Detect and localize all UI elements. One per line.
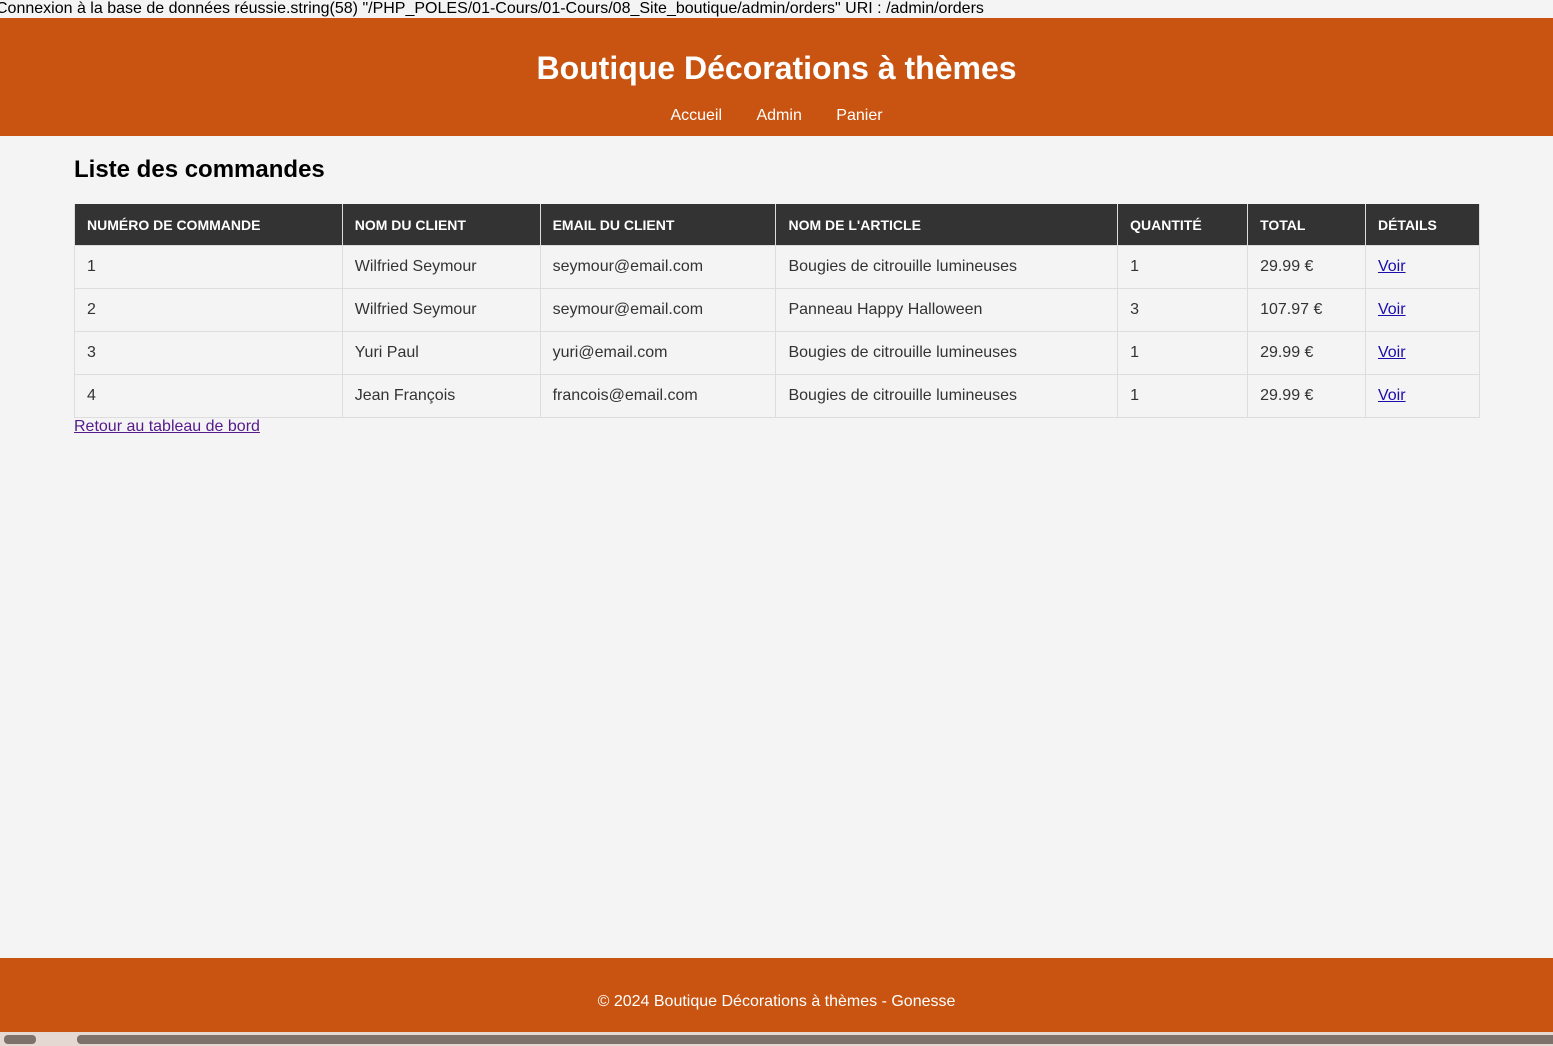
total-cell: 29.99 € xyxy=(1247,245,1366,289)
page-title: Liste des commandes xyxy=(74,156,325,183)
order-number-cell: 2 xyxy=(74,288,343,332)
details-cell: Voir xyxy=(1364,331,1481,375)
details-cell: Voir xyxy=(1364,374,1481,418)
quantity-cell: 1 xyxy=(1117,374,1249,418)
debug-output: Connexion à la base de données réussie.s… xyxy=(0,0,984,17)
footer-copyright: © 2024 Boutique Décorations à thèmes - G… xyxy=(597,993,956,1010)
client-name-cell: Wilfried Seymour xyxy=(341,288,541,332)
back-to-dashboard-link[interactable]: Retour au tableau de bord xyxy=(74,417,260,437)
article-name-cell: Panneau Happy Halloween xyxy=(775,288,1119,332)
quantity-cell: 1 xyxy=(1117,331,1249,375)
scroll-left-button[interactable] xyxy=(4,1035,36,1044)
column-header-article-name: Nom de l'article xyxy=(775,204,1119,246)
site-footer: © 2024 Boutique Décorations à thèmes - G… xyxy=(0,958,1553,1032)
nav-link-accueil[interactable]: Accueil xyxy=(670,106,722,126)
site-title: Boutique Décorations à thèmes xyxy=(536,50,1017,86)
view-order-link[interactable]: Voir xyxy=(1378,387,1406,404)
client-email-cell: seymour@email.com xyxy=(539,288,777,332)
total-cell: 29.99 € xyxy=(1247,374,1366,418)
table-row: 3 Yuri Paul yuri@email.com Bougies de ci… xyxy=(74,331,1481,375)
nav-link-admin[interactable]: Admin xyxy=(756,106,801,126)
table-row: 4 Jean François francois@email.com Bougi… xyxy=(74,374,1481,418)
client-name-cell: Wilfried Seymour xyxy=(341,245,541,289)
total-cell: 107.97 € xyxy=(1247,288,1366,332)
article-name-cell: Bougies de citrouille lumineuses xyxy=(775,374,1119,418)
horizontal-scrollbar[interactable] xyxy=(0,1032,1553,1046)
order-number-cell: 1 xyxy=(74,245,343,289)
view-order-link[interactable]: Voir xyxy=(1378,258,1406,275)
column-header-details: Détails xyxy=(1364,204,1481,246)
column-header-quantity: Quantité xyxy=(1117,204,1249,246)
table-header-row: Numéro de commande Nom du client Email d… xyxy=(74,204,1481,246)
table-row: 1 Wilfried Seymour seymour@email.com Bou… xyxy=(74,245,1481,289)
details-cell: Voir xyxy=(1364,288,1481,332)
article-name-cell: Bougies de citrouille lumineuses xyxy=(775,331,1119,375)
view-order-link[interactable]: Voir xyxy=(1378,344,1406,361)
orders-table: Numéro de commande Nom du client Email d… xyxy=(74,204,1481,418)
client-name-cell: Yuri Paul xyxy=(341,331,541,375)
quantity-cell: 3 xyxy=(1117,288,1249,332)
client-email-cell: seymour@email.com xyxy=(539,245,777,289)
article-name-cell: Bougies de citrouille lumineuses xyxy=(775,245,1119,289)
nav-link-panier[interactable]: Panier xyxy=(836,106,882,126)
column-header-total: Total xyxy=(1247,204,1366,246)
column-header-order-number: Numéro de commande xyxy=(74,204,343,246)
column-header-client-name: Nom du client xyxy=(341,204,541,246)
scrollbar-thumb[interactable] xyxy=(77,1035,1553,1044)
client-email-cell: francois@email.com xyxy=(539,374,777,418)
main-nav: Accueil Admin Panier xyxy=(0,106,1553,126)
order-number-cell: 3 xyxy=(74,331,343,375)
details-cell: Voir xyxy=(1364,245,1481,289)
client-name-cell: Jean François xyxy=(341,374,541,418)
table-row: 2 Wilfried Seymour seymour@email.com Pan… xyxy=(74,288,1481,332)
total-cell: 29.99 € xyxy=(1247,331,1366,375)
view-order-link[interactable]: Voir xyxy=(1378,301,1406,318)
column-header-client-email: Email du client xyxy=(539,204,777,246)
site-header: Boutique Décorations à thèmes Accueil Ad… xyxy=(0,18,1553,136)
order-number-cell: 4 xyxy=(74,374,343,418)
quantity-cell: 1 xyxy=(1117,245,1249,289)
client-email-cell: yuri@email.com xyxy=(539,331,777,375)
